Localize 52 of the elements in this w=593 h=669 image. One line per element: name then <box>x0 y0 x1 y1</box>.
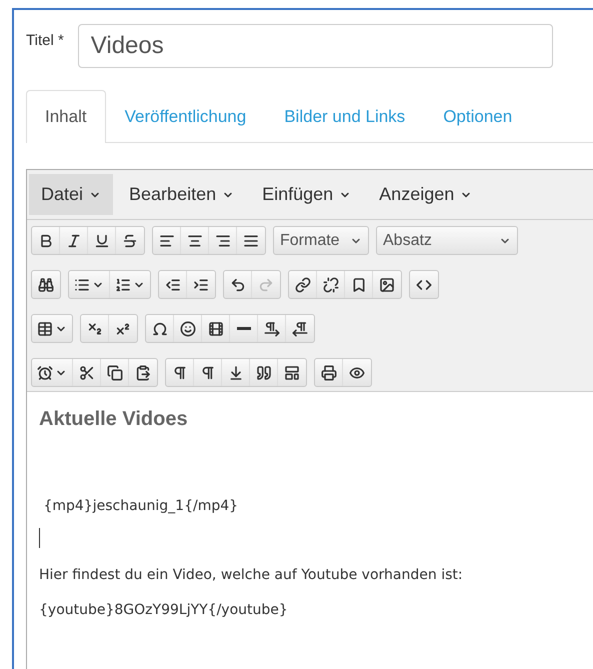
title-label: Titel * <box>26 32 64 49</box>
content-paragraph: {mp4}jeschaunig_1{/mp4} <box>42 498 240 514</box>
copy-icon <box>106 364 122 380</box>
align-center-icon <box>186 232 202 248</box>
tab[interactable]: Inhalt <box>26 90 106 143</box>
formats-dropdown[interactable]: Formate <box>274 227 368 254</box>
scissors-icon <box>78 364 94 380</box>
editor-content[interactable]: Aktuelle Vidoes {mp4}jeschaunig_1{/mp4} Hier findest du ein Video, welche auf Youtube vorhanden ist: {youtube}8GOzY99LjYY{/youtube} <box>27 391 593 669</box>
text-cursor-icon <box>39 528 40 548</box>
menu-item[interactable]: Datei <box>29 174 114 215</box>
pilcrow-icon <box>292 320 308 336</box>
undo-icon <box>230 276 246 292</box>
italic-icon <box>66 232 82 248</box>
title-input-field[interactable]: Videos <box>78 24 553 68</box>
bullet-list-icon <box>74 276 90 292</box>
omega-icon <box>152 320 168 336</box>
menu-item[interactable]: Einfügen <box>250 174 364 215</box>
link-icon <box>294 276 310 292</box>
smiley-icon <box>180 320 196 336</box>
image-icon <box>379 276 395 292</box>
outdent-icon <box>164 276 180 292</box>
pilcrow-icon <box>264 320 280 336</box>
content-paragraph: Hier findest du ein Video, welche auf Youtube vorhanden ist: <box>39 567 464 583</box>
unlink-icon <box>322 276 338 292</box>
indent-icon <box>193 276 209 292</box>
underline-icon <box>94 232 110 248</box>
pilcrow-icon <box>172 364 188 380</box>
align-left-icon <box>158 232 174 248</box>
menu-item[interactable]: Bearbeiten <box>117 174 246 215</box>
content-heading: Aktuelle Vidoes <box>39 408 189 431</box>
justify-icon <box>243 232 259 248</box>
numbered-list-icon <box>115 276 131 292</box>
strikethrough-icon <box>122 232 138 248</box>
printer-icon <box>320 364 336 380</box>
quote-icon <box>256 364 272 380</box>
paragraph-dropdown[interactable]: Absatz <box>377 227 517 254</box>
paste-icon <box>135 364 151 380</box>
align-right-icon <box>214 232 230 248</box>
insert-icon <box>228 364 244 380</box>
pilcrow-icon <box>200 364 216 380</box>
subscript-icon <box>86 320 102 336</box>
bookmark-icon <box>350 276 366 292</box>
film-icon <box>208 320 224 336</box>
binoculars-icon <box>38 276 54 292</box>
eye-icon <box>349 364 365 380</box>
table-icon <box>37 320 53 336</box>
template-icon <box>284 364 300 380</box>
redo-icon <box>258 276 274 292</box>
superscript-icon <box>115 320 131 336</box>
content-paragraph: {youtube}8GOzY99LjYY{/youtube} <box>39 602 289 618</box>
menu-item[interactable]: Anzeigen <box>367 174 484 215</box>
alarm-clock-icon <box>37 364 53 380</box>
